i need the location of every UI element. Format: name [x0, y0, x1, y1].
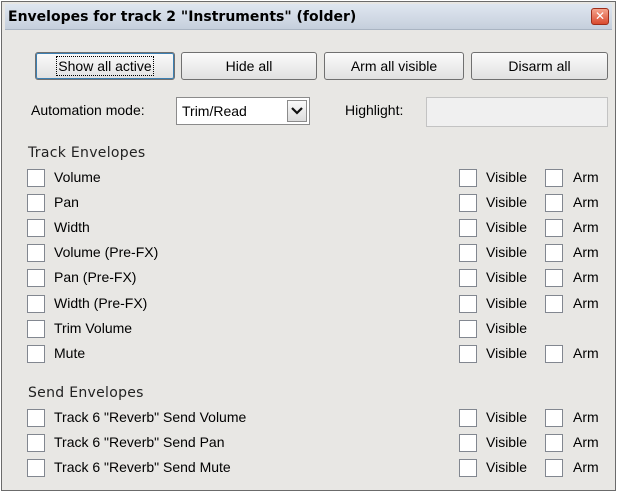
arm-checkbox[interactable] [545, 219, 563, 238]
envelope-checkbox[interactable] [27, 294, 45, 313]
envelope-label: Mute [54, 344, 86, 361]
arm-checkbox[interactable] [545, 344, 563, 363]
envelope-checkbox[interactable] [27, 269, 45, 288]
envelope-label: Track 6 "Reverb" Send Pan [54, 434, 225, 450]
show-all-active-button[interactable]: Show all active [35, 52, 175, 80]
envelope-row: Track 6 "Reverb" Send Mute Visible Arm [2, 458, 617, 478]
visible-label: Visible [486, 434, 527, 450]
envelope-checkbox[interactable] [27, 319, 45, 338]
envelope-row: Mute Visible Arm [2, 344, 617, 364]
arm-label: Arm [573, 269, 599, 286]
visible-checkbox[interactable] [459, 169, 477, 187]
envelope-checkbox[interactable] [27, 459, 45, 477]
visible-label: Visible [486, 319, 527, 336]
visible-checkbox[interactable] [459, 244, 477, 263]
arm-label: Arm [573, 344, 599, 361]
visible-checkbox[interactable] [459, 434, 477, 452]
disarm-all-button[interactable]: Disarm all [471, 52, 608, 80]
envelope-label: Width (Pre-FX) [54, 294, 148, 311]
visible-label: Visible [486, 219, 527, 236]
highlight-label: Highlight: [345, 102, 404, 118]
arm-all-visible-label: Arm all visible [350, 58, 438, 74]
visible-checkbox[interactable] [459, 219, 477, 238]
close-icon: ✕ [594, 9, 606, 23]
automation-mode-value: Trim/Read [182, 103, 247, 119]
envelope-label: Pan (Pre-FX) [54, 269, 137, 286]
automation-mode-select[interactable]: Trim/Read [176, 97, 310, 125]
envelope-row: Trim Volume Visible [2, 319, 617, 339]
arm-checkbox[interactable] [545, 169, 563, 187]
arm-checkbox[interactable] [545, 409, 563, 427]
envelope-label: Track 6 "Reverb" Send Volume [54, 409, 247, 425]
arm-label: Arm [573, 219, 599, 236]
envelope-row: Track 6 "Reverb" Send Volume Visible Arm [2, 408, 617, 428]
envelope-label: Width [54, 219, 90, 236]
envelope-row: Width Visible Arm [2, 218, 617, 238]
disarm-all-label: Disarm all [508, 58, 571, 74]
visible-checkbox[interactable] [459, 459, 477, 477]
arm-all-visible-button[interactable]: Arm all visible [324, 52, 464, 80]
envelope-row: Width (Pre-FX) Visible Arm [2, 294, 617, 314]
visible-label: Visible [486, 459, 527, 475]
title-bar[interactable]: Envelopes for track 2 "Instruments" (fol… [5, 4, 612, 30]
visible-label: Visible [486, 269, 527, 286]
envelope-label: Track 6 "Reverb" Send Mute [54, 459, 231, 475]
track-envelopes-heading: Track Envelopes [28, 145, 146, 161]
envelope-row: Volume Visible Arm [2, 168, 617, 188]
visible-checkbox[interactable] [459, 194, 477, 213]
arm-checkbox[interactable] [545, 269, 563, 288]
envelope-row: Volume (Pre-FX) Visible Arm [2, 243, 617, 263]
envelope-checkbox[interactable] [27, 409, 45, 427]
arm-label: Arm [573, 409, 599, 425]
arm-label: Arm [573, 434, 599, 450]
visible-label: Visible [486, 294, 527, 311]
envelope-label: Volume (Pre-FX) [54, 244, 159, 261]
close-button[interactable]: ✕ [591, 8, 609, 25]
visible-checkbox[interactable] [459, 409, 477, 427]
visible-label: Visible [486, 169, 527, 185]
visible-checkbox[interactable] [459, 269, 477, 288]
arm-checkbox[interactable] [545, 434, 563, 452]
hide-all-button[interactable]: Hide all [181, 52, 317, 80]
envelope-label: Pan [54, 194, 79, 211]
arm-label: Arm [573, 459, 599, 475]
arm-label: Arm [573, 169, 599, 185]
visible-checkbox[interactable] [459, 319, 477, 338]
envelope-row: Pan (Pre-FX) Visible Arm [2, 268, 617, 288]
arm-label: Arm [573, 194, 599, 211]
arm-checkbox[interactable] [545, 244, 563, 263]
visible-label: Visible [486, 244, 527, 261]
arm-checkbox[interactable] [545, 459, 563, 477]
automation-mode-label: Automation mode: [31, 102, 145, 118]
envelope-checkbox[interactable] [27, 219, 45, 238]
visible-label: Visible [486, 194, 527, 211]
send-envelopes-heading: Send Envelopes [28, 385, 144, 401]
arm-checkbox[interactable] [545, 294, 563, 313]
highlight-input[interactable] [426, 97, 608, 127]
envelope-checkbox[interactable] [27, 344, 45, 363]
envelope-label: Trim Volume [54, 319, 133, 336]
envelope-label: Volume [54, 169, 101, 185]
arm-label: Arm [573, 244, 599, 261]
envelopes-window: Envelopes for track 2 "Instruments" (fol… [1, 1, 616, 491]
chevron-down-icon[interactable] [287, 100, 307, 122]
show-all-active-label: Show all active [56, 56, 154, 76]
arm-label: Arm [573, 294, 599, 311]
window-title: Envelopes for track 2 "Instruments" (fol… [8, 9, 357, 25]
visible-checkbox[interactable] [459, 294, 477, 313]
envelope-checkbox[interactable] [27, 434, 45, 452]
envelope-row: Pan Visible Arm [2, 193, 617, 213]
arm-checkbox[interactable] [545, 194, 563, 213]
visible-label: Visible [486, 409, 527, 425]
visible-label: Visible [486, 344, 527, 361]
visible-checkbox[interactable] [459, 344, 477, 363]
envelope-checkbox[interactable] [27, 244, 45, 263]
envelope-checkbox[interactable] [27, 194, 45, 213]
envelope-row: Track 6 "Reverb" Send Pan Visible Arm [2, 433, 617, 453]
hide-all-label: Hide all [225, 58, 273, 74]
envelope-checkbox[interactable] [27, 169, 45, 187]
